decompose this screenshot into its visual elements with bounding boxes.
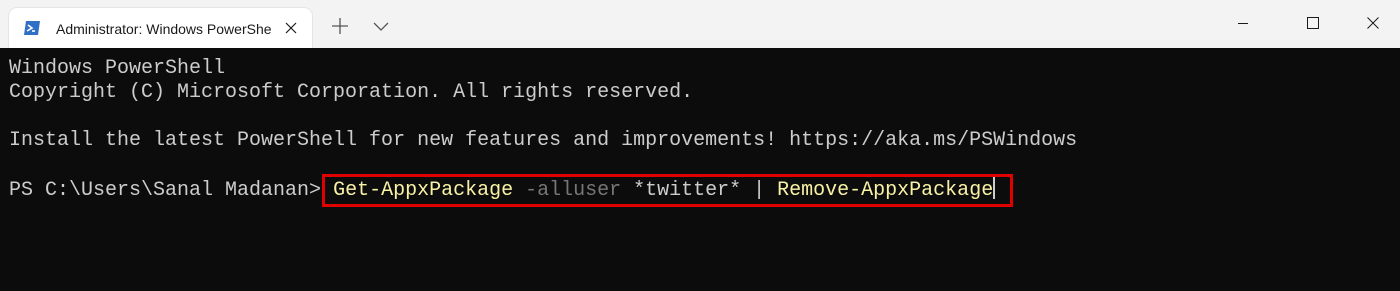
- command-highlight-box: [322, 174, 1013, 207]
- close-icon: [1367, 17, 1379, 29]
- prompt: PS C:\Users\Sanal Madanan>: [9, 179, 334, 202]
- chevron-down-icon[interactable]: [368, 15, 394, 37]
- maximize-button[interactable]: [1290, 0, 1336, 48]
- minimize-button[interactable]: [1220, 0, 1266, 48]
- terminal-line-title: Windows PowerShell: [9, 57, 226, 80]
- title-bar: Administrator: Windows PowerShell: [0, 0, 1400, 48]
- close-button[interactable]: [1350, 0, 1396, 48]
- maximize-icon: [1307, 17, 1319, 29]
- tab-powershell[interactable]: Administrator: Windows PowerShell: [9, 8, 312, 48]
- terminal-line-install-hint: Install the latest PowerShell for new fe…: [9, 129, 1078, 152]
- minimize-icon: [1238, 23, 1248, 24]
- terminal-line-copyright: Copyright (C) Microsoft Corporation. All…: [9, 81, 694, 104]
- new-tab-icon[interactable]: [326, 15, 354, 37]
- tab-title: Administrator: Windows PowerShell: [56, 21, 271, 37]
- terminal-output[interactable]: Windows PowerShell Copyright (C) Microso…: [0, 48, 1400, 291]
- powershell-icon: [24, 21, 40, 35]
- tab-close-icon[interactable]: [283, 20, 299, 36]
